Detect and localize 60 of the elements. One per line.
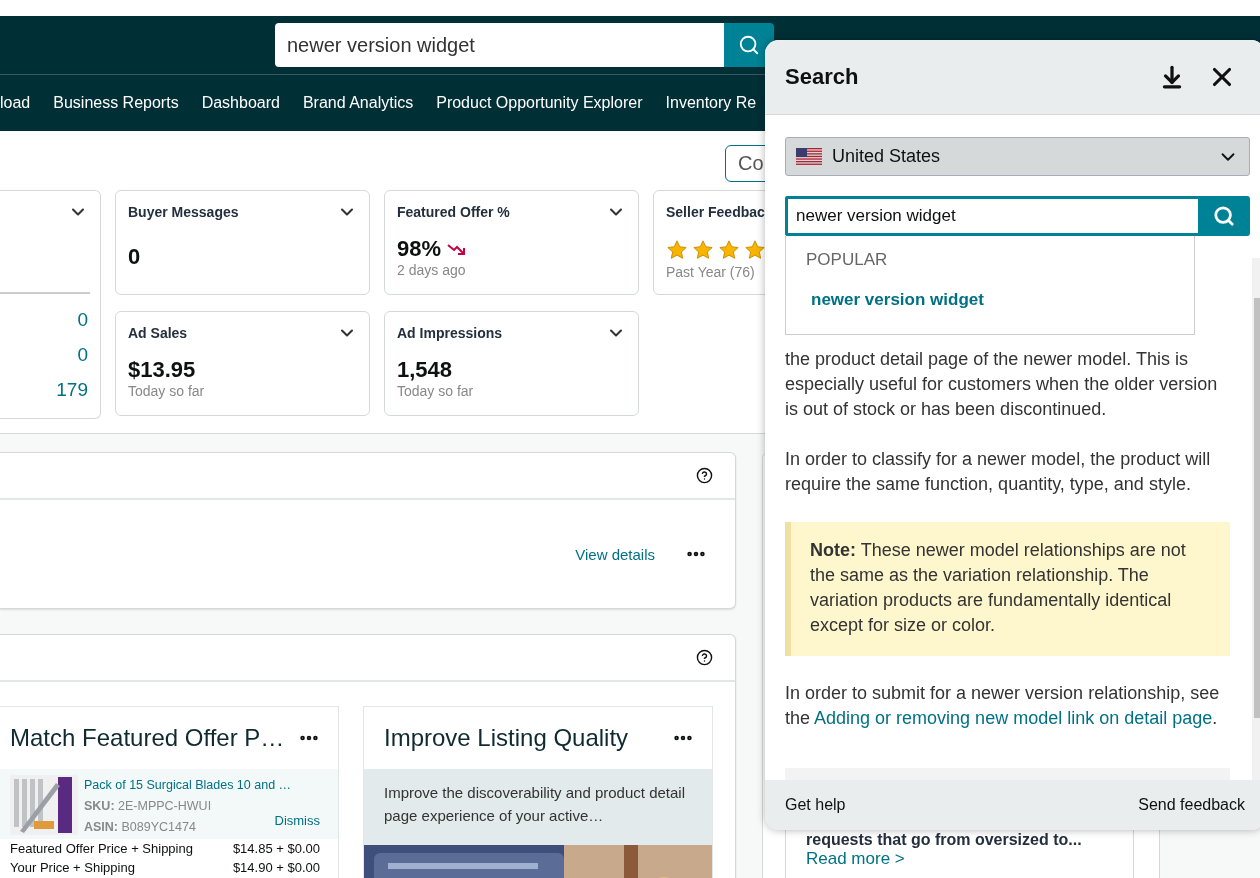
search-button[interactable]	[1198, 196, 1250, 236]
send-feedback-link[interactable]: Send feedback	[1138, 796, 1245, 814]
article-paragraph: In order to submit for a newer version relationship, see the Adding or removing new model link on detail page.	[785, 682, 1221, 730]
metric-value: 0	[128, 244, 142, 270]
asin-text: ASIN: B089YC1474	[84, 819, 196, 836]
suggestion-item[interactable]: newer version widget	[806, 290, 1194, 310]
metric-value: 0	[76, 308, 88, 332]
article-paragraph: In order to classify for a newer model, the product will require the same function, quantity, type, and style.	[785, 448, 1212, 496]
metric-title: Ad Sales	[128, 325, 188, 341]
metric-value: 1,548	[397, 357, 454, 383]
metric-value: $13.95	[128, 357, 197, 383]
nav-link[interactable]: Business Reports	[53, 94, 179, 112]
metric-title: Featured Offer %	[397, 204, 510, 220]
panel-title: Search	[785, 64, 860, 90]
nav-link[interactable]: load	[0, 94, 31, 112]
nav-link[interactable]: Dashboard	[201, 94, 280, 112]
metric-value: 0	[76, 343, 88, 367]
star-icon	[692, 239, 714, 261]
metric-caption: Today so far	[128, 383, 206, 399]
metric-caption: Today so far	[397, 383, 475, 399]
star-icon	[666, 239, 688, 261]
metric-value: 179	[55, 378, 88, 402]
search-button[interactable]	[724, 23, 774, 67]
news-headline: requests that go from oversized to...	[806, 831, 1083, 849]
metric-caption: 2 days ago	[397, 262, 467, 278]
star-icon	[744, 239, 766, 261]
search-field[interactable]: newer version widget	[275, 23, 724, 67]
search-icon	[738, 34, 760, 56]
price-label: Featured Offer Price + Shipping	[10, 840, 193, 858]
article-paragraph: the product detail page of the newer model. This is especially useful for customers when the older version is out of stock or has been discontinued.	[785, 348, 1219, 421]
price-label: Your Price + Shipping	[10, 859, 135, 877]
flag-icon	[796, 147, 822, 166]
sku-text: SKU: 2E-MPPC-HWUI	[84, 798, 212, 815]
search-icon	[1213, 205, 1235, 227]
marketplace-select[interactable]: United States	[785, 137, 1250, 176]
nav-link[interactable]: Brand Analytics	[302, 94, 414, 112]
card-description: Improve the discoverability and product detail page experience of your active…	[364, 769, 712, 845]
nav-link[interactable]: Inventory Re	[665, 94, 757, 112]
metric-title: Ad Impressions	[397, 325, 503, 341]
help-icon[interactable]	[696, 467, 713, 484]
dismiss-link[interactable]: Dismiss	[274, 810, 320, 831]
star-icon	[718, 239, 740, 261]
metric-title: Seller Feedbac	[666, 204, 765, 220]
product-link[interactable]: Pack of 15 Surgical Blades 10 and …	[84, 775, 320, 796]
metric-value: 98%	[397, 236, 442, 262]
price-value: $14.85 + $0.00	[232, 840, 320, 858]
help-icon[interactable]	[696, 649, 713, 666]
read-more-link[interactable]: Read more >	[806, 849, 1133, 869]
get-help-link[interactable]: Get help	[785, 796, 846, 814]
view-details-link[interactable]: View details	[575, 545, 655, 563]
search-field[interactable]: newer version widget	[785, 196, 1198, 236]
metric-title: Buyer Messages	[128, 204, 239, 220]
nav-link[interactable]: Product Opportunity Explorer	[436, 94, 643, 112]
suggestion-heading: POPULAR	[806, 250, 889, 270]
metric-caption: Past Year (76)	[666, 264, 756, 280]
card-title: Improve Listing Quality	[384, 724, 629, 752]
article-link[interactable]: Adding or removing new model link on detail page	[814, 708, 1213, 728]
note-box: Note: These newer model relationships are not the same as the variation relationship. The variation products are fundamentally identical except for size or color.	[785, 522, 1230, 656]
card-title: Match Featured Offer P…	[10, 724, 285, 752]
price-value: $14.90 + $0.00	[232, 859, 320, 877]
